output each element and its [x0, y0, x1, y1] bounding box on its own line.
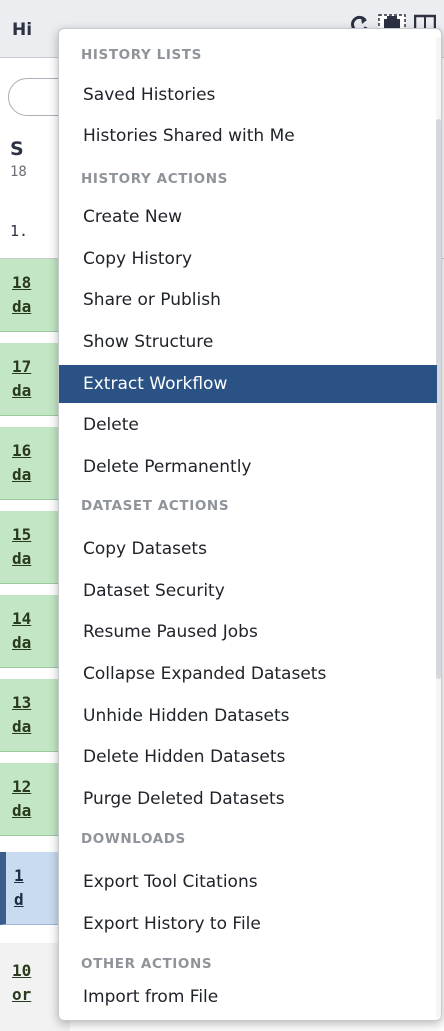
menu-item-copy-datasets[interactable]: Copy Datasets [59, 531, 437, 567]
dataset-title[interactable]: 13 [12, 693, 31, 712]
dataset-title[interactable]: 15 [12, 525, 31, 544]
history-options-menu: HISTORY LISTS Saved Histories Histories … [58, 28, 442, 1021]
menu-item-dataset-security[interactable]: Dataset Security [59, 573, 437, 609]
dataset-title[interactable]: da [12, 549, 31, 568]
dataset-title[interactable]: 18 [12, 273, 31, 292]
menu-item-delete-hidden-datasets[interactable]: Delete Hidden Datasets [59, 739, 437, 775]
menu-item-saved-histories[interactable]: Saved Histories [59, 77, 437, 113]
dataset-title[interactable]: 1 [14, 866, 24, 885]
history-size: 18 [10, 164, 27, 180]
menu-item-collapse-expanded-datasets[interactable]: Collapse Expanded Datasets [59, 656, 437, 692]
dataset-title[interactable]: 16 [12, 441, 31, 460]
history-name[interactable]: S [10, 138, 24, 160]
menu-item-histories-shared-with-me[interactable]: Histories Shared with Me [59, 118, 437, 154]
menu-item-export-tool-citations[interactable]: Export Tool Citations [59, 864, 437, 900]
section-header-downloads: DOWNLOADS [81, 831, 186, 847]
dataset-title[interactable]: 17 [12, 357, 31, 376]
menu-item-delete[interactable]: Delete [59, 407, 437, 443]
dataset-title[interactable]: d [14, 890, 24, 909]
panel-title: Hi [12, 20, 33, 40]
dataset-title[interactable]: da [12, 381, 31, 400]
menu-item-copy-history[interactable]: Copy History [59, 241, 437, 277]
menu-item-unhide-hidden-datasets[interactable]: Unhide Hidden Datasets [59, 698, 437, 734]
menu-item-extract-workflow[interactable]: Extract Workflow [59, 365, 437, 403]
section-header-history-lists: HISTORY LISTS [81, 47, 202, 63]
section-header-history-actions: HISTORY ACTIONS [81, 171, 228, 187]
dataset-title[interactable]: da [12, 717, 31, 736]
dataset-title[interactable]: da [12, 297, 31, 316]
menu-item-resume-paused-jobs[interactable]: Resume Paused Jobs [59, 614, 437, 650]
dataset-title[interactable]: 14 [12, 609, 31, 628]
dataset-title[interactable]: da [12, 465, 31, 484]
menu-item-import-from-file[interactable]: Import from File [59, 979, 437, 1015]
menu-item-create-new[interactable]: Create New [59, 199, 437, 235]
section-header-dataset-actions: DATASET ACTIONS [81, 498, 230, 514]
menu-item-show-structure[interactable]: Show Structure [59, 324, 437, 360]
dataset-title[interactable]: da [12, 633, 31, 652]
menu-item-export-history-to-file[interactable]: Export History to File [59, 906, 437, 942]
section-header-other-actions: OTHER ACTIONS [81, 956, 213, 972]
dataset-title[interactable]: or [12, 985, 31, 1004]
menu-item-delete-permanently[interactable]: Delete Permanently [59, 449, 437, 485]
dataset-title[interactable]: 10 [12, 961, 31, 980]
menu-item-share-or-publish[interactable]: Share or Publish [59, 282, 437, 318]
dataset-title[interactable]: 12 [12, 777, 31, 796]
history-dataset-count: 1. [10, 222, 29, 240]
menu-item-purge-deleted-datasets[interactable]: Purge Deleted Datasets [59, 781, 437, 817]
dataset-title[interactable]: da [12, 801, 31, 820]
